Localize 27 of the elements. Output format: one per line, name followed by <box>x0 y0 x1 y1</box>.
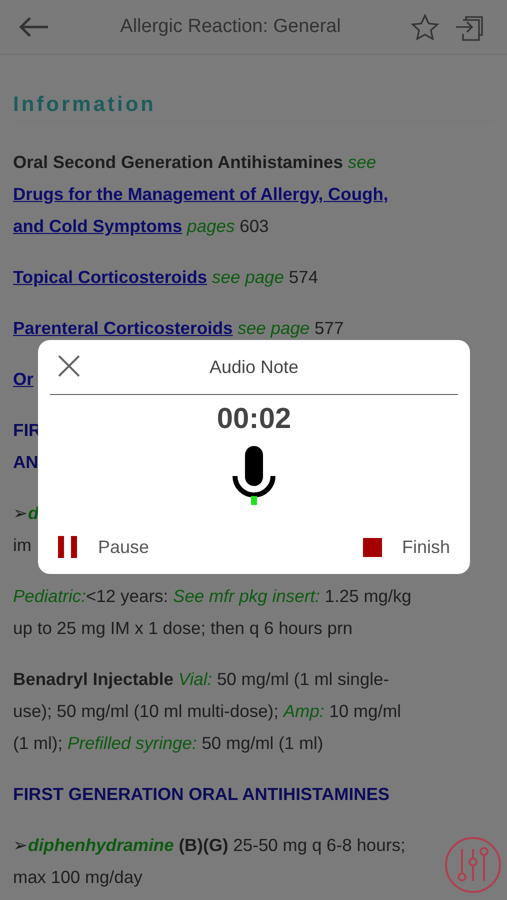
paragraph: Topical Corticosteroids see page 574 <box>13 266 318 289</box>
paragraph: ➢d im <box>13 502 39 557</box>
link[interactable]: Topical Corticosteroids <box>13 267 208 287</box>
star-icon <box>411 14 439 40</box>
close-icon <box>58 355 80 377</box>
paragraph: Parenteral Corticosteroids see page 577 <box>13 317 344 340</box>
stop-button[interactable]: Finish <box>354 536 458 558</box>
dialog-title: Audio Note <box>208 356 300 378</box>
paragraph: ➢diphenhydramine (B)(G) 25-50 mg q 6-8 hours; max 100 mg/day <box>13 834 406 889</box>
close-button[interactable] <box>58 355 80 377</box>
window-title: Allergic Reaction: General <box>119 16 342 38</box>
pause-button[interactable]: Pause <box>50 536 158 558</box>
link[interactable]: Parenteral Corticosteroids <box>13 318 233 338</box>
microphone-icon <box>232 446 276 506</box>
paragraph: Oral Second Generation Antihistamines see Drugs for the Management of Allergy, Cough, and Cold Symptoms pages 603 <box>13 151 388 238</box>
link[interactable]: Drugs for the Management of Allergy, Cough, <box>13 184 388 204</box>
timer: 00:02 <box>216 403 292 436</box>
paragraph: Benadryl Injectable Vial: 50 mg/ml (1 ml single- use); 50 mg/ml (10 ml multi-dose); Amp: 10 mg/ml (1 ml); Prefilled syringe: 50 mg/ml (1 ml) <box>13 668 402 755</box>
pause-icon <box>58 536 78 558</box>
link[interactable]: and Cold Symptoms <box>13 216 182 236</box>
stop-icon <box>362 538 382 556</box>
paragraph: FIRST GENERATION ORAL ANTIHISTAMINES <box>13 783 390 806</box>
back-arrow-icon <box>18 16 50 38</box>
section-title: Information <box>13 89 494 122</box>
sliders-icon <box>456 847 490 883</box>
link[interactable]: Or <box>13 369 34 389</box>
paragraph: Pediatric:<12 years: See mfr pkg insert: 1.25 mg/kg up to 25 mg IM x 1 dose; then q 6 hours prn <box>13 585 412 640</box>
